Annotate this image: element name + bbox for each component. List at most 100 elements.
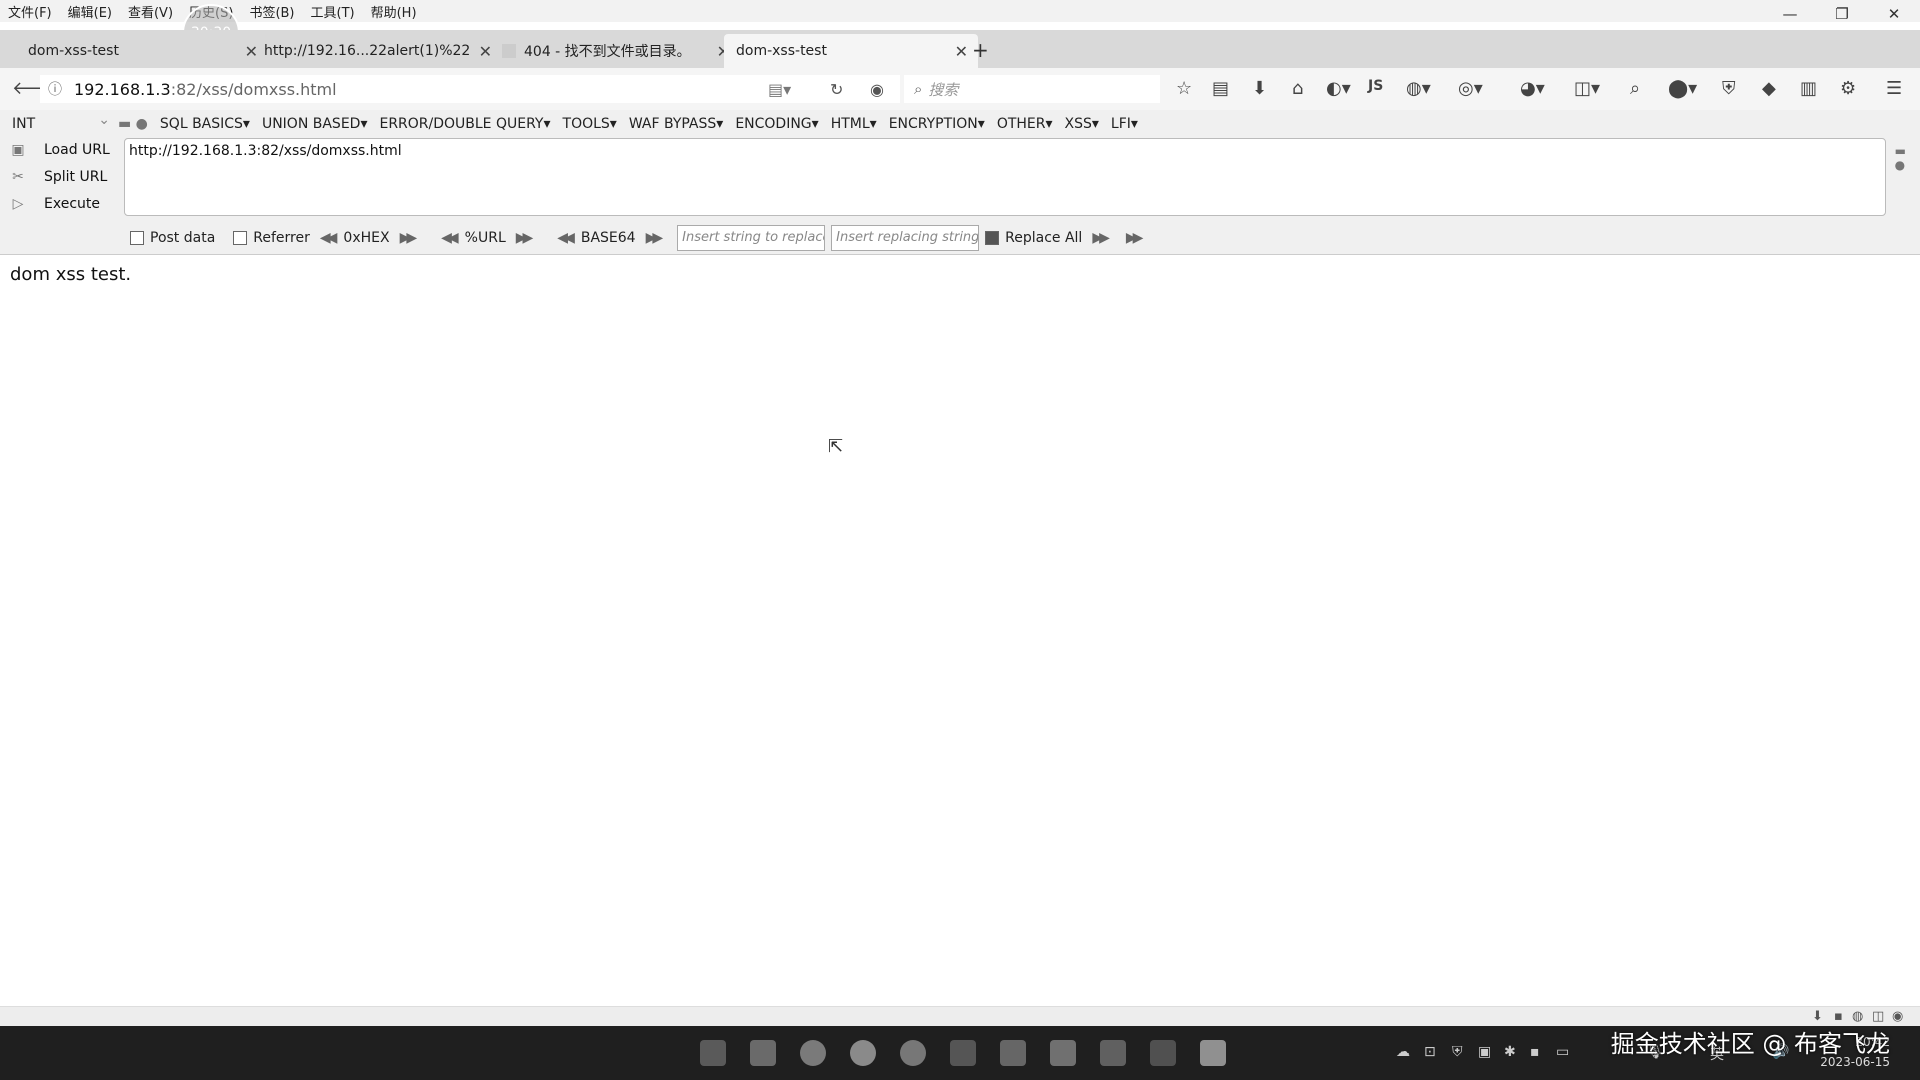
menu-other[interactable]: OTHER▾ bbox=[991, 116, 1059, 132]
app-icon-3[interactable] bbox=[1200, 1040, 1226, 1066]
menu-view[interactable]: 查看(V) bbox=[120, 2, 181, 21]
collapse-icon[interactable]: ▬ ● bbox=[1895, 144, 1906, 172]
layers-icon[interactable]: ◆ bbox=[1762, 78, 1776, 99]
hex-encode-arrow-icon[interactable]: ▶▶ bbox=[400, 230, 417, 246]
menu-tools[interactable]: 工具(T) bbox=[303, 2, 363, 21]
menu-encryption[interactable]: ENCRYPTION▾ bbox=[883, 116, 991, 132]
app-icon-2[interactable] bbox=[1050, 1040, 1076, 1066]
hex-decode-arrow-icon[interactable]: ◀◀ bbox=[320, 230, 337, 246]
menu-html[interactable]: HTML▾ bbox=[825, 116, 883, 132]
post-data-checkbox[interactable] bbox=[130, 231, 144, 245]
split-url-button[interactable]: ✂ Split URL bbox=[10, 163, 120, 190]
menu-hamburger-icon[interactable]: ☰ bbox=[1886, 78, 1902, 99]
new-tab-button[interactable]: + bbox=[972, 38, 989, 62]
reader-icon[interactable]: ▤▾ bbox=[768, 80, 791, 99]
menu-union-based[interactable]: UNION BASED▾ bbox=[256, 116, 374, 132]
base64-decode-arrow-icon[interactable]: ◀◀ bbox=[557, 230, 574, 246]
settings-icon[interactable]: ⚙ bbox=[1840, 78, 1856, 99]
load-url-button[interactable]: ▣ Load URL bbox=[10, 136, 120, 163]
tray-shield-icon[interactable]: ⛨ bbox=[1452, 1044, 1463, 1060]
search-icon: ⌕ bbox=[914, 80, 923, 98]
close-window-button[interactable]: ✕ bbox=[1868, 0, 1920, 30]
globe-icon[interactable]: ◉ bbox=[870, 80, 884, 99]
tray-icon-4[interactable]: ✱ bbox=[1504, 1044, 1516, 1060]
watermark: 掘金技术社区 @ 布客飞龙 bbox=[1610, 1030, 1890, 1058]
cookie-icon[interactable]: ◎▾ bbox=[1458, 78, 1483, 99]
replacing-string-input[interactable]: Insert replacing string bbox=[831, 225, 980, 251]
bookmark-star-icon[interactable]: ☆ bbox=[1176, 78, 1192, 99]
firefox-icon[interactable] bbox=[900, 1040, 926, 1066]
app-icon-1[interactable] bbox=[1000, 1040, 1026, 1066]
toggle-icon[interactable]: ▬ ● bbox=[112, 116, 154, 132]
zoom-icon[interactable]: ⌕ bbox=[1630, 78, 1640, 99]
replace-back-arrow-icon[interactable]: ▶▶ bbox=[1126, 230, 1143, 246]
execute-button[interactable]: ▷ Execute bbox=[10, 190, 120, 217]
extension-globe-icon[interactable]: ◐▾ bbox=[1326, 78, 1351, 99]
extension-icon[interactable]: ◍▾ bbox=[1406, 78, 1431, 99]
tab-dom-xss-test-1[interactable]: dom-xss-test ✕ bbox=[16, 34, 268, 68]
page-icon bbox=[502, 44, 516, 58]
edge-icon[interactable] bbox=[800, 1040, 826, 1066]
minimize-button[interactable]: — bbox=[1764, 0, 1816, 30]
phpstorm-icon[interactable] bbox=[1150, 1040, 1176, 1066]
notes-icon[interactable]: ▥ bbox=[1800, 78, 1817, 99]
play-icon: ▷ bbox=[12, 195, 24, 212]
window-controls: — ❐ ✕ bbox=[1764, 0, 1920, 30]
menu-xss[interactable]: XSS▾ bbox=[1059, 116, 1105, 132]
address-bar[interactable]: ⓘ 192.168.1.3 :82/xss/domxss.html ▤▾ ↻ ◉ bbox=[40, 75, 900, 103]
download-icon[interactable]: ⬇ bbox=[1252, 78, 1267, 99]
replace-all-checkbox[interactable] bbox=[985, 231, 1000, 245]
menu-edit[interactable]: 编辑(E) bbox=[60, 2, 120, 21]
chrome-icon[interactable] bbox=[850, 1040, 876, 1066]
restore-button[interactable]: ❐ bbox=[1816, 0, 1868, 30]
search-input[interactable]: ⌕ 搜索 bbox=[904, 75, 1160, 103]
tool-icon[interactable]: ◫▾ bbox=[1574, 78, 1600, 99]
menu-error-double-query[interactable]: ERROR/DOUBLE QUERY▾ bbox=[373, 116, 556, 132]
js-icon[interactable]: JS bbox=[1368, 78, 1383, 94]
tab-dom-xss-test-active[interactable]: dom-xss-test ✕ bbox=[724, 34, 978, 68]
file-explorer-icon[interactable] bbox=[750, 1040, 776, 1066]
reload-icon[interactable]: ↻ bbox=[830, 80, 843, 99]
tab-alert-url[interactable]: http://192.16...22alert(1)%22 ✕ bbox=[252, 34, 502, 68]
tab-404[interactable]: 404 - 找不到文件或目录。 ✕ bbox=[490, 34, 740, 68]
menu-encoding[interactable]: ENCODING▾ bbox=[729, 116, 824, 132]
start-icon[interactable] bbox=[700, 1040, 726, 1066]
replace-forward-arrow-icon[interactable]: ▶▶ bbox=[1092, 230, 1109, 246]
url-encode-arrow-icon[interactable]: ▶▶ bbox=[516, 230, 533, 246]
network-app-icon[interactable] bbox=[950, 1040, 976, 1066]
home-icon[interactable]: ⌂ bbox=[1292, 78, 1303, 99]
menu-help[interactable]: 帮助(H) bbox=[363, 2, 425, 21]
menu-tools[interactable]: TOOLS▾ bbox=[557, 116, 623, 132]
addon-status-icon-2[interactable]: ◍ bbox=[1852, 1009, 1863, 1024]
hackbar-url-textarea[interactable]: http://192.168.1.3:82/xss/domxss.html bbox=[124, 138, 1886, 216]
referrer-checkbox[interactable] bbox=[233, 231, 248, 245]
type-select[interactable]: INT bbox=[0, 112, 112, 132]
shield-icon[interactable]: ⛨ bbox=[1722, 78, 1736, 99]
scissors-icon: ✂ bbox=[12, 168, 24, 185]
photos-icon[interactable] bbox=[1100, 1040, 1126, 1066]
addon-status-icon-4[interactable]: ◉ bbox=[1892, 1009, 1903, 1024]
tray-icon-2[interactable]: ⊡ bbox=[1424, 1044, 1436, 1060]
tray-icon-1[interactable]: ☁ bbox=[1396, 1044, 1410, 1060]
menu-bookmarks[interactable]: 书签(B) bbox=[241, 2, 302, 21]
tray-icon-3[interactable]: ▣ bbox=[1478, 1044, 1491, 1060]
menu-lfi[interactable]: LFI▾ bbox=[1105, 116, 1144, 132]
replace-string-input[interactable]: Insert string to replace bbox=[677, 225, 826, 251]
tray-icon-6[interactable]: ▭ bbox=[1556, 1044, 1569, 1060]
base64-encode-arrow-icon[interactable]: ▶▶ bbox=[646, 230, 663, 246]
menu-file[interactable]: 文件(F) bbox=[0, 2, 60, 21]
addon-status-icon-3[interactable]: ◫ bbox=[1872, 1009, 1884, 1024]
addon-status-icon[interactable]: ▪ bbox=[1834, 1009, 1843, 1024]
clipboard-icon[interactable]: ▤ bbox=[1212, 78, 1229, 99]
menu-waf-bypass[interactable]: WAF BYPASS▾ bbox=[623, 116, 729, 132]
load-icon: ▣ bbox=[11, 141, 25, 158]
download-status-icon[interactable]: ⬇ bbox=[1812, 1009, 1823, 1024]
info-icon[interactable]: ⓘ bbox=[48, 79, 62, 99]
url-decode-arrow-icon[interactable]: ◀◀ bbox=[441, 230, 458, 246]
tab-title: http://192.16...22alert(1)%22 bbox=[264, 43, 471, 59]
menu-sql-basics[interactable]: SQL BASICS▾ bbox=[154, 116, 256, 132]
close-tab-icon[interactable]: ✕ bbox=[955, 42, 968, 61]
tray-icon-5[interactable]: ▪ bbox=[1530, 1044, 1540, 1060]
adblock-icon[interactable]: ⬤▾ bbox=[1668, 78, 1697, 99]
proxy-icon[interactable]: ◕▾ bbox=[1520, 78, 1545, 99]
